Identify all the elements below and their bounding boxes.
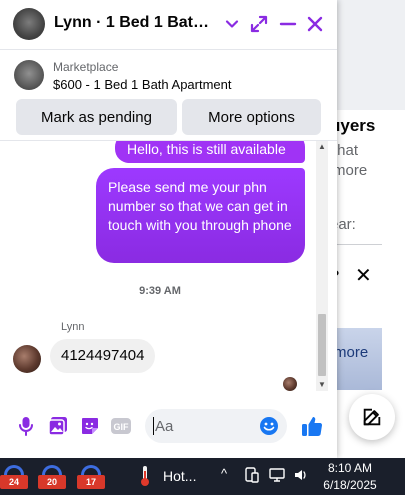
scroll-down-arrow-icon[interactable]: ▼ [316, 379, 328, 391]
outgoing-message[interactable]: Hello, this is still available [115, 141, 305, 163]
scrollbar[interactable]: ▲ ▼ [316, 141, 328, 391]
chevron-up-icon[interactable]: ^ [221, 466, 227, 481]
attach-photo-button[interactable] [47, 415, 69, 437]
emoji-icon [260, 417, 278, 435]
close-chat-button[interactable] [303, 12, 327, 36]
voice-clip-button[interactable] [15, 415, 37, 437]
chat-title[interactable]: Lynn · 1 Bed 1 Bath Ap... [54, 14, 214, 32]
avatar[interactable] [13, 345, 41, 373]
chat-window: Lynn · 1 Bed 1 Bath Ap... Marketplace $6… [0, 0, 337, 458]
expand-button[interactable] [247, 12, 271, 36]
conversation-options-button[interactable] [220, 12, 244, 36]
new-message-button[interactable] [349, 394, 395, 440]
close-icon [307, 16, 323, 32]
listing-source: Marketplace [53, 60, 119, 74]
expand-icon [250, 15, 268, 33]
weather-label[interactable]: Hot... [163, 468, 196, 484]
notification-badge: 24 [0, 475, 28, 489]
volume-icon[interactable] [293, 467, 309, 483]
thumbs-up-icon [302, 417, 323, 436]
network-icon[interactable] [269, 468, 287, 482]
message-thread: Hello, this is still available Please se… [0, 141, 337, 396]
close-icon[interactable]: ✕ [355, 263, 372, 288]
sticker-button[interactable] [79, 415, 101, 437]
clock-date[interactable]: 6/18/2025 [318, 478, 382, 492]
more-options-button[interactable]: More options [182, 99, 321, 135]
svg-text:GIF: GIF [114, 422, 130, 432]
background-more-link[interactable]: more [334, 344, 368, 361]
phone-link-icon[interactable] [245, 467, 259, 483]
chat-header: Lynn · 1 Bed 1 Bath Ap... [0, 0, 337, 50]
outgoing-message[interactable]: Please send me your phn number so that w… [96, 168, 305, 263]
gif-icon: GIF [111, 418, 131, 434]
compose-icon [363, 408, 381, 426]
marketplace-listing: Marketplace $600 - 1 Bed 1 Bath Apartmen… [0, 51, 337, 141]
listing-thumbnail[interactable] [14, 60, 44, 90]
mark-as-pending-button[interactable]: Mark as pending [16, 99, 177, 135]
microphone-icon [19, 417, 33, 436]
notification-badge: 20 [38, 475, 66, 489]
minimize-icon [279, 22, 297, 26]
minimize-button[interactable] [276, 12, 300, 36]
image-icon [48, 417, 67, 436]
emoji-button[interactable] [258, 415, 280, 437]
listing-title[interactable]: $600 - 1 Bed 1 Bath Apartment [53, 77, 232, 92]
chevron-down-icon [225, 20, 239, 28]
taskbar-app-3[interactable]: 17 [77, 462, 105, 490]
taskbar-app-1[interactable]: 24 [0, 462, 28, 490]
notification-badge: 17 [77, 475, 105, 489]
background-text-line: more [333, 162, 368, 179]
sender-name: Lynn [61, 321, 85, 333]
thermometer-icon[interactable] [138, 464, 152, 488]
message-timestamp: 9:39 AM [139, 285, 181, 297]
incoming-message[interactable]: 4124497404 [50, 339, 155, 373]
seen-indicator-avatar [283, 377, 297, 391]
scrollbar-thumb[interactable] [318, 314, 326, 376]
taskbar-app-2[interactable]: 20 [38, 462, 66, 490]
scroll-up-arrow-icon[interactable]: ▲ [316, 141, 328, 153]
background-divider [330, 244, 382, 245]
sticker-icon [82, 418, 98, 434]
clock-time[interactable]: 8:10 AM [320, 461, 380, 475]
send-like-button[interactable] [299, 413, 325, 439]
text-cursor [153, 417, 154, 435]
gif-button[interactable]: GIF [110, 415, 132, 437]
avatar[interactable] [13, 8, 45, 40]
